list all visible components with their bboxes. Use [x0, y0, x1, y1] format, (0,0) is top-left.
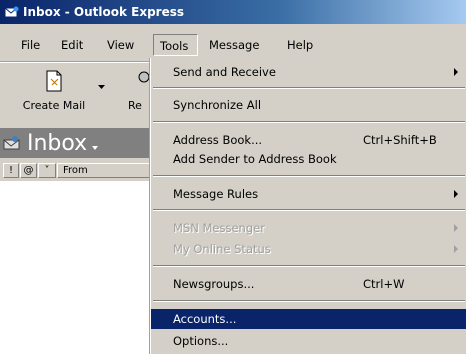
folder-dropdown-icon[interactable] — [92, 146, 99, 150]
address-book-shortcut: Ctrl+Shift+B — [363, 133, 437, 147]
menu-separator — [153, 300, 465, 302]
menu-message[interactable]: Message — [203, 34, 265, 56]
message-list[interactable] — [0, 181, 150, 354]
synchronize-all-label: Synchronize All — [173, 98, 262, 112]
accounts-label: Accounts... — [173, 312, 237, 326]
menu-help[interactable]: Help — [281, 34, 319, 56]
menu-separator — [153, 265, 465, 267]
submenu-arrow-icon — [454, 190, 458, 198]
menu-newsgroups[interactable]: Newsgroups... Ctrl+W — [151, 274, 466, 294]
window-title: Inbox - Outlook Express — [23, 5, 185, 19]
submenu-arrow-icon — [454, 224, 458, 232]
create-mail-label: Create Mail — [22, 99, 86, 112]
menu-tools[interactable]: Tools — [153, 34, 198, 56]
reply-icon — [138, 71, 150, 83]
menu-address-book[interactable]: Address Book... Ctrl+Shift+B — [151, 130, 466, 150]
menu-separator — [153, 209, 465, 211]
menu-separator — [153, 121, 465, 123]
menu-send-and-receive[interactable]: Send and Receive — [151, 62, 466, 82]
outlook-express-icon — [5, 6, 19, 18]
reply-button[interactable]: Re — [128, 69, 150, 112]
menu-msn-messenger: MSN Messenger — [151, 218, 466, 238]
msn-messenger-label: MSN Messenger — [173, 221, 265, 235]
reply-label: Re — [128, 99, 142, 112]
menu-synchronize-all[interactable]: Synchronize All — [151, 95, 466, 115]
menu-my-online-status: My Online Status — [151, 239, 466, 259]
title-bar: Inbox - Outlook Express — [0, 0, 466, 24]
message-rules-label: Message Rules — [173, 187, 259, 201]
menu-view[interactable]: View — [101, 34, 140, 56]
submenu-arrow-icon — [454, 245, 458, 253]
my-online-status-label: My Online Status — [173, 242, 271, 256]
submenu-arrow-icon — [454, 68, 458, 76]
menu-file[interactable]: File — [15, 34, 46, 56]
column-from[interactable]: From — [57, 163, 150, 178]
menu-add-sender[interactable]: Add Sender to Address Book — [151, 149, 466, 169]
menu-bar: File Edit View Tools Message Help — [0, 25, 466, 62]
folder-title[interactable]: Inbox — [27, 131, 87, 156]
newsgroups-shortcut: Ctrl+W — [363, 277, 405, 291]
address-book-label: Address Book... — [173, 133, 263, 147]
inbox-icon — [3, 136, 20, 150]
menu-message-rules[interactable]: Message Rules — [151, 184, 466, 204]
options-label: Options... — [173, 334, 229, 348]
newsgroups-label: Newsgroups... — [173, 277, 255, 291]
menu-accounts[interactable]: Accounts... — [151, 309, 466, 329]
add-sender-label: Add Sender to Address Book — [173, 152, 337, 166]
menu-separator — [153, 87, 465, 89]
column-flag[interactable]: ˅ — [38, 163, 56, 178]
create-mail-button[interactable]: Create Mail — [14, 69, 94, 112]
dropdown-arrow-icon[interactable] — [98, 85, 105, 89]
new-mail-icon — [46, 70, 62, 92]
menu-edit[interactable]: Edit — [55, 34, 89, 56]
column-attachment[interactable]: @ — [20, 163, 37, 178]
menu-separator — [153, 175, 465, 177]
tools-menu: Send and Receive Synchronize All Address… — [150, 58, 466, 354]
column-priority[interactable]: ! — [3, 163, 19, 178]
menu-options[interactable]: Options... — [151, 331, 466, 351]
send-and-receive-label: Send and Receive — [173, 65, 276, 79]
